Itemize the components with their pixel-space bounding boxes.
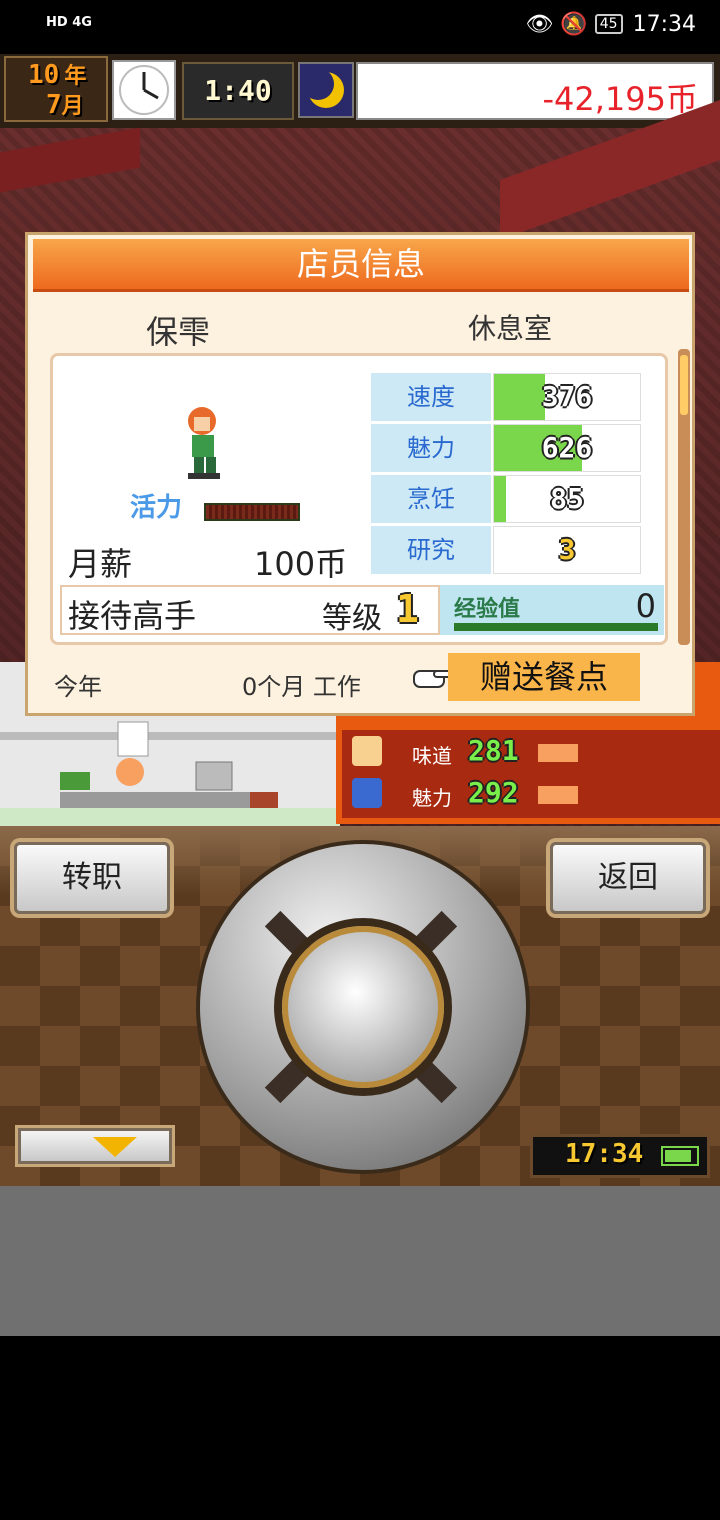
status-time: 17:34 [632,12,696,37]
dish-icon [352,778,382,808]
network-indicator: HD 4G [46,15,92,30]
stat-label: 研究 [371,526,491,574]
exp-bar [454,623,658,631]
money-display: -42,195币 [356,62,714,120]
salary-value: 100币 [254,545,348,583]
rating-label: 味道 [412,744,452,768]
money-value: -42,195币 [542,80,698,118]
scrollbar-thumb[interactable] [680,355,688,415]
exp-value: 0 [635,587,656,625]
months-worked: 0个月 工作 [242,673,361,701]
month-number: 7 [46,90,62,120]
real-time: 17:34 [565,1139,644,1169]
stat-value: 626 [541,431,593,464]
menu-down-button[interactable] [18,1128,172,1164]
change-job-button[interactable]: 转职 [14,842,170,914]
clock-icon [112,60,176,120]
year-label: 今年 [54,673,102,701]
month-unit: 月 [61,94,84,119]
rating-rows: 味道 281 魅力 292 [342,730,720,818]
rating-value: 292 [468,776,519,809]
kitchen-floor [0,808,340,826]
exp-label: 经验值 [454,597,521,622]
job-title: 接待高手 [68,597,197,635]
stat-row-cooking: 烹饪 85 [371,475,641,523]
system-status-bar: HD 4G 👁 🔕 45 17:34 [0,0,720,54]
game-clock: 17:34 [530,1134,710,1178]
stat-row-research: 研究 3 [371,526,641,574]
dpad-center-button[interactable] [282,926,444,1088]
year-number: 10 [28,60,60,90]
job-info: 接待高手 等级 1 [60,585,440,636]
year-unit: 年 [64,64,87,89]
salary-label: 月薪 [68,545,133,583]
vigor-bar [204,503,300,521]
date-display: 10 年 7月 [4,56,108,122]
mute-icon: 🔕 [560,12,588,37]
status-right: 👁 🔕 45 17:34 [525,12,696,37]
staff-location: 休息室 [468,312,553,345]
game-time: 1:40 [182,62,294,120]
staff-info-dialog: 店员信息 保雫 休息室 活力 速度 376 魅力 626 烹饪 85 研究 3 … [25,232,695,716]
stat-label: 烹饪 [371,475,491,523]
grey-area [0,1186,720,1336]
stat-label: 速度 [371,373,491,421]
stat-row-speed: 速度 376 [371,373,641,421]
battery-icon [661,1146,699,1166]
staff-sprite [178,403,228,483]
gift-meal-button[interactable]: 赠送餐点 [448,653,640,701]
experience-box: 经验值 0 [440,585,664,635]
stat-value-box: 626 [493,424,641,472]
stat-value-box: 376 [493,373,641,421]
moon-icon [298,62,354,118]
back-button[interactable]: 返回 [550,842,706,914]
black-area [0,1336,720,1520]
stat-value-box: 3 [493,526,641,574]
stat-value: 85 [550,482,584,515]
stat-row-charm: 魅力 626 [371,424,641,472]
rating-bar [538,786,578,804]
dialog-title: 店员信息 [33,239,689,292]
stat-value-box: 85 [493,475,641,523]
vigor-label: 活力 [130,493,183,523]
rating-label: 魅力 [412,786,452,810]
eye-icon: 👁 [525,12,554,37]
battery-icon: 45 [594,14,623,34]
stat-label: 魅力 [371,424,491,472]
smile-icon [352,736,382,766]
battery-fill [665,1150,691,1162]
level-value: 1 [396,587,419,631]
staff-name: 保雫 [146,313,211,351]
down-arrow-icon [93,1137,137,1157]
rating-bar [538,744,578,762]
rating-value: 281 [468,734,519,767]
stat-value: 376 [541,380,593,413]
stat-value: 3 [558,533,576,566]
level-label: 等级 [322,601,382,636]
